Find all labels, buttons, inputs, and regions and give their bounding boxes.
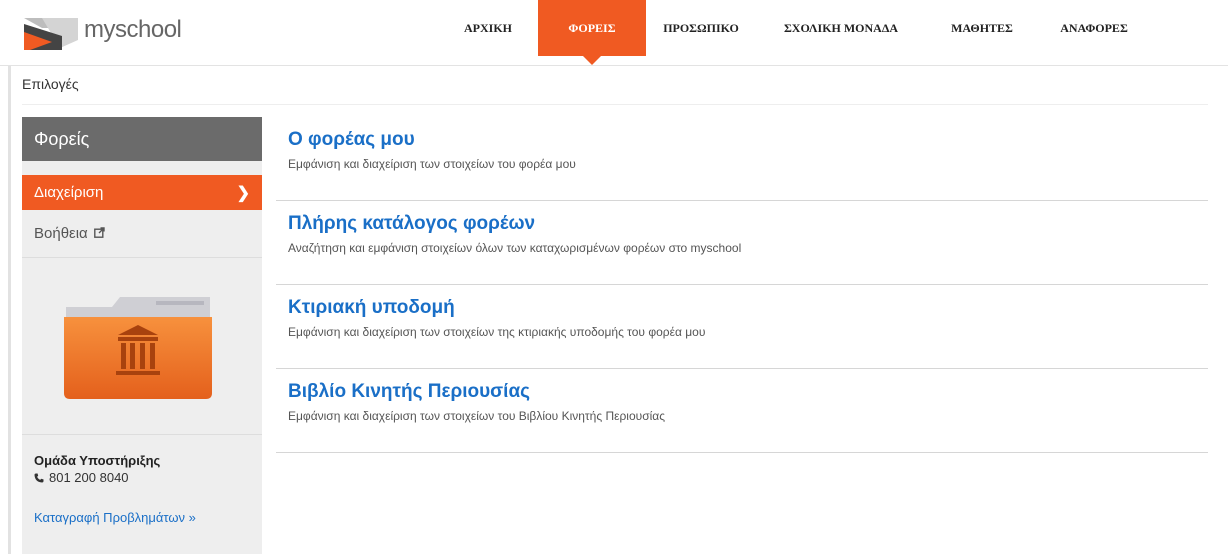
help-label: Βοήθεια	[34, 225, 88, 242]
nav-item-home[interactable]: ΑΡΧΙΚΗ	[438, 0, 538, 56]
logo-mark-icon	[24, 18, 78, 50]
folder-building-icon	[64, 297, 212, 399]
item-title-organization-catalog[interactable]: Πλήρης κατάλογος φορέων	[288, 201, 1208, 235]
brand-name: myschool	[84, 16, 182, 43]
support-title: Ομάδα Υποστήριξης	[34, 453, 161, 468]
sidebar-item-label: Διαχείριση	[34, 184, 104, 201]
nav-item-foreis[interactable]: ΦΟΡΕΙΣ	[538, 0, 646, 65]
support-info: Ομάδα Υποστήριξης 801 200 8040	[34, 453, 160, 485]
chevron-right-icon: ❯	[236, 184, 250, 202]
sidebar: Φορείς Διαχείριση ❯ Βοήθεια Ομάδα Υποστή…	[22, 117, 262, 554]
item-title-building-infrastructure[interactable]: Κτιριακή υποδομή	[288, 285, 1208, 319]
item-description: Αναζήτηση και εμφάνιση στοιχείων όλων τω…	[288, 241, 742, 255]
report-problems-link[interactable]: Καταγραφή Προβλημάτων »	[34, 510, 196, 525]
item-description: Εμφάνιση και διαχείριση των στοιχείων το…	[288, 409, 665, 423]
nav-item-school-unit[interactable]: ΣΧΟΛΙΚΗ ΜΟΝΑΔΑ	[756, 0, 926, 56]
item-description: Εμφάνιση και διαχείριση των στοιχείων το…	[288, 157, 576, 171]
nav-item-students[interactable]: ΜΑΘΗΤΕΣ	[926, 0, 1038, 56]
item-title-my-organization[interactable]: Ο φορέας μου	[288, 117, 1208, 151]
external-link-icon	[93, 225, 105, 242]
divider	[22, 104, 1208, 105]
nav-item-personnel[interactable]: ΠΡΟΣΩΠΙΚΟ	[646, 0, 756, 56]
nav-item-reports[interactable]: ΑΝΑΦΟΡΕΣ	[1038, 0, 1150, 56]
item-description: Εμφάνιση και διαχείριση των στοιχείων τη…	[288, 325, 706, 339]
sidebar-header: Φορείς	[22, 117, 262, 161]
myschool-logo[interactable]: myschool	[22, 10, 182, 50]
main-nav: ΑΡΧΙΚΗ ΦΟΡΕΙΣ ΠΡΟΣΩΠΙΚΟ ΣΧΟΛΙΚΗ ΜΟΝΑΔΑ Μ…	[438, 0, 1150, 66]
sidebar-item-management[interactable]: Διαχείριση ❯	[22, 175, 262, 210]
list-item: Κτιριακή υποδομή Εμφάνιση και διαχείριση…	[276, 285, 1208, 369]
support-phone: 801 200 8040	[34, 470, 160, 485]
support-phone-number: 801 200 8040	[49, 470, 129, 485]
list-item: Βιβλίο Κινητής Περιουσίας Εμφάνιση και δ…	[276, 369, 1208, 453]
sidebar-item-help[interactable]: Βοήθεια	[22, 210, 262, 258]
breadcrumb: Επιλογές	[22, 76, 79, 92]
list-item: Πλήρης κατάλογος φορέων Αναζήτηση και εμ…	[276, 201, 1208, 285]
options-list: Ο φορέας μου Εμφάνιση και διαχείριση των…	[276, 117, 1208, 453]
folder-illustration	[22, 257, 262, 435]
top-bar: myschool ΑΡΧΙΚΗ ΦΟΡΕΙΣ ΠΡΟΣΩΠΙΚΟ ΣΧΟΛΙΚΗ…	[0, 0, 1228, 66]
item-title-movable-assets-book[interactable]: Βιβλίο Κινητής Περιουσίας	[288, 369, 1208, 403]
left-edge-line	[8, 66, 11, 554]
phone-icon	[34, 473, 44, 482]
list-item: Ο φορέας μου Εμφάνιση και διαχείριση των…	[276, 117, 1208, 201]
